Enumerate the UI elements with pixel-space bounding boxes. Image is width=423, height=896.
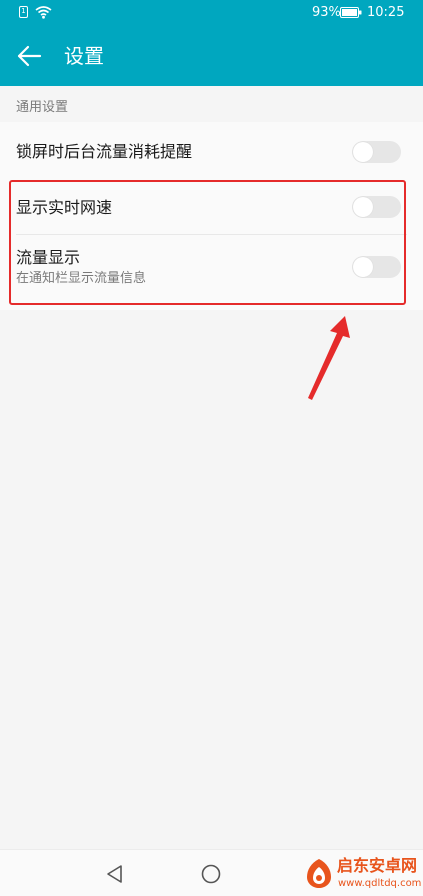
- setting-row-traffic-display[interactable]: 流量显示 在通知栏显示流量信息: [0, 234, 423, 310]
- setting-title: 显示实时网速: [16, 198, 113, 217]
- clock: 10:25: [367, 5, 405, 20]
- watermark-title: 启东安卓网: [337, 856, 418, 875]
- sim-card-icon: 1: [19, 6, 28, 18]
- watermark-logo-icon: [307, 859, 331, 888]
- setting-row-lockscreen-traffic-alert[interactable]: 锁屏时后台流量消耗提醒: [0, 122, 423, 182]
- toggle-knob: [353, 257, 373, 277]
- toggle-knob: [353, 142, 373, 162]
- lockscreen-traffic-alert-toggle[interactable]: [352, 141, 401, 163]
- watermark-url: www.qdltdq.com: [338, 878, 422, 889]
- wifi-icon: [35, 6, 52, 19]
- status-bar: 1 93% 10:25: [0, 0, 423, 26]
- page-title: 设置: [64, 44, 104, 68]
- settings-list: 锁屏时后台流量消耗提醒 显示实时网速 流量显示 在通知栏显示流量信息: [0, 122, 423, 310]
- toggle-knob: [353, 197, 373, 217]
- back-arrow-icon[interactable]: [16, 43, 42, 69]
- app-bar: 设置: [0, 26, 423, 86]
- nav-home-icon[interactable]: [200, 863, 222, 885]
- setting-title: 流量显示: [16, 248, 81, 267]
- watermark: 启东安卓网 www.qdltdq.com: [302, 853, 423, 895]
- section-header: 通用设置: [16, 100, 69, 115]
- nav-back-icon[interactable]: [105, 864, 125, 884]
- realtime-speed-toggle[interactable]: [352, 196, 401, 218]
- setting-title: 锁屏时后台流量消耗提醒: [16, 142, 193, 161]
- battery-icon: [340, 7, 362, 18]
- setting-row-realtime-speed[interactable]: 显示实时网速: [0, 182, 423, 234]
- battery-percent: 93%: [312, 5, 341, 20]
- sim-slot-label: 1: [21, 7, 26, 15]
- traffic-display-toggle[interactable]: [352, 256, 401, 278]
- setting-subtitle: 在通知栏显示流量信息: [16, 271, 147, 286]
- annotation-arrow-icon: [308, 316, 350, 400]
